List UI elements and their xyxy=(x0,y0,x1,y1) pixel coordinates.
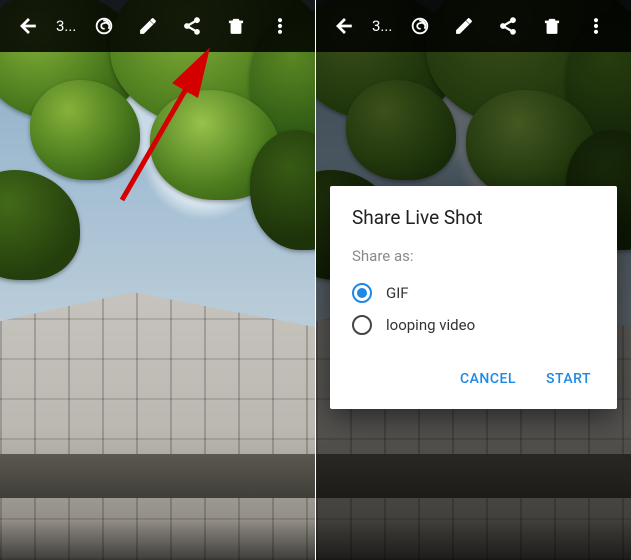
swirl-icon xyxy=(409,15,431,37)
photo-leaves xyxy=(0,0,315,560)
radio-unselected-icon xyxy=(352,315,372,335)
arrow-left-icon xyxy=(333,15,355,37)
share-icon xyxy=(182,16,202,36)
option-label: GIF xyxy=(386,284,409,302)
top-toolbar: 3... xyxy=(0,0,315,52)
option-looping-video[interactable]: looping video xyxy=(352,309,595,341)
overflow-button[interactable] xyxy=(576,6,616,46)
option-gif[interactable]: GIF xyxy=(352,277,595,309)
delete-button[interactable] xyxy=(216,6,256,46)
dialog-subtitle: Share as: xyxy=(352,247,595,265)
back-button[interactable] xyxy=(324,6,364,46)
trash-icon xyxy=(226,16,246,36)
share-live-shot-dialog: Share Live Shot Share as: GIF looping vi… xyxy=(330,186,617,409)
dialog-title: Share Live Shot xyxy=(352,206,595,229)
screen-left: 3... xyxy=(0,0,315,560)
edit-button[interactable] xyxy=(444,6,484,46)
cancel-button[interactable]: CANCEL xyxy=(456,365,520,393)
more-vert-icon xyxy=(586,16,606,36)
toolbar-counter: 3... xyxy=(368,17,396,35)
delete-button[interactable] xyxy=(532,6,572,46)
share-button[interactable] xyxy=(488,6,528,46)
swirl-icon xyxy=(93,15,115,37)
photo-background xyxy=(0,0,315,560)
auto-enhance-button[interactable] xyxy=(84,6,124,46)
auto-enhance-button[interactable] xyxy=(400,6,440,46)
bottom-gradient xyxy=(0,520,315,560)
dialog-actions: CANCEL START xyxy=(352,357,595,401)
toolbar-counter: 3... xyxy=(52,17,80,35)
edit-button[interactable] xyxy=(128,6,168,46)
share-button[interactable] xyxy=(172,6,212,46)
overflow-button[interactable] xyxy=(260,6,300,46)
trash-icon xyxy=(542,16,562,36)
start-button[interactable]: START xyxy=(542,365,595,393)
share-icon xyxy=(498,16,518,36)
pencil-icon xyxy=(454,16,474,36)
back-button[interactable] xyxy=(8,6,48,46)
radio-selected-icon xyxy=(352,283,372,303)
screen-right: 3... Share Live Shot Share as: GIF loopi… xyxy=(316,0,631,560)
arrow-left-icon xyxy=(17,15,39,37)
pencil-icon xyxy=(138,16,158,36)
more-vert-icon xyxy=(270,16,290,36)
option-label: looping video xyxy=(386,316,475,334)
top-toolbar: 3... xyxy=(316,0,631,52)
